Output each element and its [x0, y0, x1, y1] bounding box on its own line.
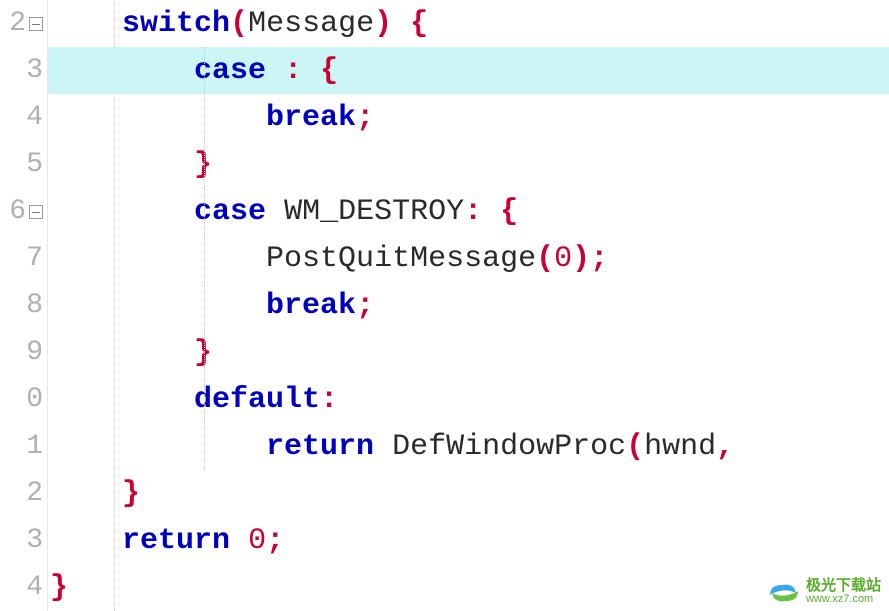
colon: :	[284, 54, 302, 88]
line-number: 5	[26, 149, 43, 180]
line-number: 0	[26, 384, 43, 415]
brace-close: }	[122, 477, 140, 511]
number-literal: 0	[554, 242, 572, 276]
keyword-return: return	[266, 430, 374, 464]
keyword-return: return	[122, 524, 230, 558]
line-number: 6	[9, 196, 26, 227]
paren-close: )	[374, 7, 392, 41]
watermark-url: www.xz7.com	[806, 594, 881, 606]
brace-open: {	[500, 195, 518, 229]
line-number: 4	[26, 102, 43, 133]
indent-guide	[204, 282, 205, 329]
gutter-row: 7	[0, 235, 47, 282]
gutter-row: 3	[0, 47, 47, 94]
gutter-row: 6	[0, 188, 47, 235]
gutter-row: 4	[0, 564, 47, 611]
indent-guide	[204, 94, 205, 141]
code-line[interactable]: switch(Message) {	[48, 0, 889, 47]
code-line[interactable]: case WM_DESTROY: {	[48, 188, 889, 235]
gutter-row: 3	[0, 517, 47, 564]
identifier: PostQuitMessage	[266, 242, 536, 276]
number-literal: 0	[248, 524, 266, 558]
brace-close: }	[50, 571, 68, 605]
indent-guide	[204, 235, 205, 282]
code-line[interactable]: }	[48, 470, 889, 517]
gutter: 2 3 4 5 6 7 8 9 0 1 2 3 4	[0, 0, 48, 611]
line-number: 2	[26, 478, 43, 509]
semicolon: ;	[356, 289, 374, 323]
line-number: 7	[26, 243, 43, 274]
code-line[interactable]: return 0;	[48, 517, 889, 564]
line-number: 8	[26, 290, 43, 321]
semicolon: ;	[266, 524, 284, 558]
semicolon: ;	[590, 242, 608, 276]
indent-guide	[204, 329, 205, 376]
code-line[interactable]: default:	[48, 376, 889, 423]
code-line[interactable]: }	[48, 329, 889, 376]
brace-open: {	[410, 7, 428, 41]
colon: :	[464, 195, 482, 229]
identifier: Message	[248, 7, 374, 41]
identifier: hwnd	[644, 430, 716, 464]
indent-guide	[204, 423, 205, 470]
line-number: 3	[26, 55, 43, 86]
line-number: 9	[26, 337, 43, 368]
identifier: WM_DESTROY	[284, 195, 464, 229]
paren-open: (	[230, 7, 248, 41]
gutter-row: 0	[0, 376, 47, 423]
code-line[interactable]: return DefWindowProc(hwnd,	[48, 423, 889, 470]
gutter-row: 8	[0, 282, 47, 329]
indent-guide	[204, 47, 205, 94]
identifier: DefWindowProc	[392, 430, 626, 464]
code-line[interactable]: }	[48, 141, 889, 188]
gutter-row: 2	[0, 0, 47, 47]
gutter-row: 2	[0, 470, 47, 517]
watermark-logo-icon	[766, 577, 802, 607]
comma: ,	[716, 430, 734, 464]
line-number: 2	[9, 8, 26, 39]
paren-close: )	[572, 242, 590, 276]
indent-guide	[204, 376, 205, 423]
gutter-row: 4	[0, 94, 47, 141]
code-line[interactable]: break;	[48, 282, 889, 329]
line-number: 4	[26, 572, 43, 603]
watermark-title: 极光下载站	[806, 578, 881, 594]
fold-minus-icon[interactable]	[29, 205, 43, 219]
paren-open: (	[626, 430, 644, 464]
indent-guide	[204, 188, 205, 235]
line-number: 3	[26, 525, 43, 556]
brace-open: {	[320, 54, 338, 88]
code-line-current[interactable]: case : {	[48, 47, 889, 94]
indent-guide	[204, 141, 205, 188]
code-line[interactable]: break;	[48, 94, 889, 141]
code-area[interactable]: switch(Message) { case : { break; } case…	[48, 0, 889, 611]
watermark: 极光下载站 www.xz7.com	[766, 577, 881, 607]
watermark-text: 极光下载站 www.xz7.com	[806, 578, 881, 605]
keyword-switch: switch	[122, 7, 230, 41]
gutter-row: 1	[0, 423, 47, 470]
keyword-break: break	[266, 101, 356, 135]
line-number: 1	[26, 431, 43, 462]
keyword-default: default	[194, 383, 320, 417]
keyword-break: break	[266, 289, 356, 323]
code-line[interactable]: }	[48, 564, 889, 611]
semicolon: ;	[356, 101, 374, 135]
gutter-row: 5	[0, 141, 47, 188]
gutter-row: 9	[0, 329, 47, 376]
code-editor: 2 3 4 5 6 7 8 9 0 1 2 3 4 switch(Message…	[0, 0, 889, 611]
paren-open: (	[536, 242, 554, 276]
code-line[interactable]: PostQuitMessage(0);	[48, 235, 889, 282]
colon: :	[320, 383, 338, 417]
fold-minus-icon[interactable]	[29, 17, 43, 31]
